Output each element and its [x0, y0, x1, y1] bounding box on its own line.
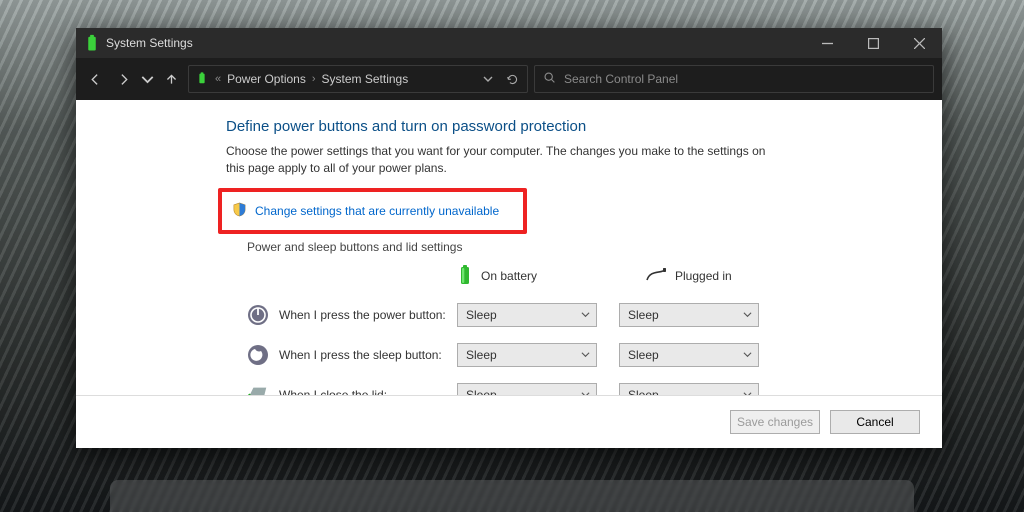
- power-button-icon: [247, 304, 269, 326]
- combo-value: Sleep: [628, 348, 659, 362]
- titlebar: System Settings: [76, 28, 942, 58]
- row-power-button: When I press the power button: Sleep Sle…: [247, 303, 916, 327]
- battery-icon: [457, 264, 473, 289]
- row-label: When I press the sleep button:: [279, 348, 457, 362]
- close-lid-plugged-select[interactable]: Sleep: [619, 383, 759, 395]
- section-heading: Power and sleep buttons and lid settings: [247, 240, 916, 254]
- sleep-button-plugged-select[interactable]: Sleep: [619, 343, 759, 367]
- search-box[interactable]: [534, 65, 934, 93]
- search-icon: [543, 71, 556, 87]
- macos-dock: [110, 480, 914, 512]
- page-heading: Define power buttons and turn on passwor…: [226, 118, 916, 135]
- address-bar[interactable]: « Power Options › System Settings: [188, 65, 528, 93]
- col-battery-label: On battery: [481, 269, 537, 283]
- breadcrumb-prefix: «: [215, 73, 221, 85]
- refresh-button[interactable]: [503, 73, 521, 86]
- col-on-battery: On battery: [457, 264, 597, 289]
- battery-app-icon: [195, 71, 209, 88]
- power-settings-table: On battery Plugged in When I press the p…: [247, 264, 916, 395]
- row-label: When I close the lid:: [279, 388, 457, 395]
- combo-value: Sleep: [628, 308, 659, 322]
- row-sleep-button: When I press the sleep button: Sleep Sle…: [247, 343, 916, 367]
- chevron-down-icon: [743, 388, 752, 395]
- breadcrumb-system-settings[interactable]: System Settings: [322, 72, 409, 86]
- battery-app-icon: [82, 33, 102, 53]
- chevron-right-icon: ›: [312, 73, 316, 85]
- page-description: Choose the power settings that you want …: [226, 143, 786, 178]
- combo-value: Sleep: [628, 388, 659, 395]
- nav-forward-button[interactable]: [112, 65, 134, 93]
- breadcrumb-power-options[interactable]: Power Options: [227, 72, 306, 86]
- combo-value: Sleep: [466, 388, 497, 395]
- content-area: Define power buttons and turn on passwor…: [76, 100, 942, 395]
- row-close-lid: When I close the lid: Sleep Sleep: [247, 383, 916, 395]
- chevron-down-icon: [743, 308, 752, 322]
- combo-value: Sleep: [466, 348, 497, 362]
- window-title: System Settings: [106, 36, 193, 50]
- col-plugged-in: Plugged in: [645, 268, 785, 285]
- minimize-button[interactable]: [804, 28, 850, 58]
- close-lid-battery-select[interactable]: Sleep: [457, 383, 597, 395]
- row-label: When I press the power button:: [279, 308, 457, 322]
- nav-back-button[interactable]: [84, 65, 106, 93]
- nav-up-button[interactable]: [160, 65, 182, 93]
- change-settings-link[interactable]: Change settings that are currently unava…: [255, 204, 499, 218]
- chevron-down-icon: [743, 348, 752, 362]
- close-button[interactable]: [896, 28, 942, 58]
- cancel-button[interactable]: Cancel: [830, 410, 920, 434]
- shield-icon: [232, 202, 247, 220]
- col-plugged-label: Plugged in: [675, 269, 732, 283]
- combo-value: Sleep: [466, 308, 497, 322]
- nav-recent-dropdown[interactable]: [140, 65, 154, 93]
- chevron-down-icon: [581, 348, 590, 362]
- sleep-button-battery-select[interactable]: Sleep: [457, 343, 597, 367]
- power-button-battery-select[interactable]: Sleep: [457, 303, 597, 327]
- search-input[interactable]: [564, 72, 925, 86]
- maximize-button[interactable]: [850, 28, 896, 58]
- chevron-down-icon: [581, 388, 590, 395]
- footer: Save changes Cancel: [76, 395, 942, 448]
- plug-icon: [645, 268, 667, 285]
- save-changes-button[interactable]: Save changes: [730, 410, 820, 434]
- laptop-lid-icon: [247, 384, 269, 395]
- address-dropdown[interactable]: [479, 74, 497, 84]
- sleep-button-icon: [247, 344, 269, 366]
- power-button-plugged-select[interactable]: Sleep: [619, 303, 759, 327]
- highlight-callout: Change settings that are currently unava…: [218, 188, 527, 234]
- system-settings-window: System Settings « Power Options › System…: [76, 28, 942, 448]
- navbar: « Power Options › System Settings: [76, 58, 942, 100]
- chevron-down-icon: [581, 308, 590, 322]
